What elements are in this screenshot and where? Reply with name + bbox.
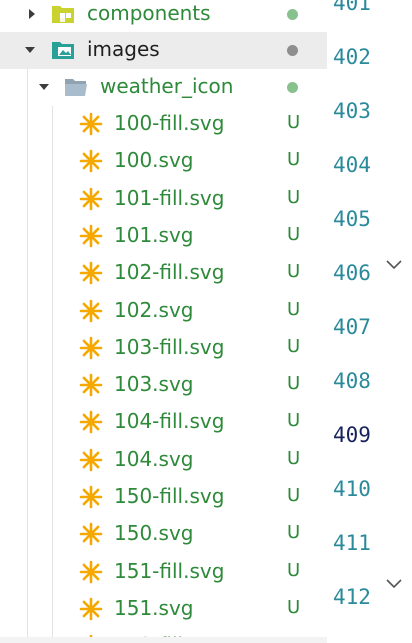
svg-file-icon bbox=[79, 112, 103, 136]
git-status-dot bbox=[287, 9, 298, 20]
line-number: 406 bbox=[333, 261, 371, 285]
git-status-untracked: U bbox=[287, 522, 301, 544]
git-status-untracked: U bbox=[287, 596, 301, 618]
file-name: 103-fill.svg bbox=[114, 334, 225, 359]
line-number: 405 bbox=[333, 207, 371, 231]
file-name: 102.svg bbox=[114, 297, 194, 322]
git-status-untracked: U bbox=[287, 373, 301, 395]
git-status-untracked: U bbox=[287, 223, 301, 245]
git-status-untracked: U bbox=[287, 447, 301, 469]
file-row[interactable]: 150-fill.svg U bbox=[0, 479, 327, 516]
git-status-untracked: U bbox=[287, 149, 301, 171]
line-number: 411 bbox=[333, 531, 371, 555]
line-number: 412 bbox=[333, 585, 371, 609]
file-name: 104-fill.svg bbox=[114, 409, 225, 434]
folder-row-components[interactable]: components bbox=[0, 0, 327, 33]
git-status-dot bbox=[287, 82, 298, 93]
svg-file-icon bbox=[79, 411, 103, 434]
file-name: 150-fill.svg bbox=[114, 484, 225, 508]
git-status-untracked: U bbox=[287, 485, 301, 506]
git-status-dot bbox=[287, 45, 298, 56]
file-row[interactable]: 102.svg U bbox=[0, 293, 327, 330]
file-name: 102-fill.svg bbox=[114, 260, 225, 285]
folder-components-icon bbox=[52, 6, 74, 23]
git-status-untracked: U bbox=[287, 298, 301, 320]
folder-images-icon bbox=[52, 42, 74, 59]
line-number: 404 bbox=[333, 153, 371, 177]
git-status-untracked: U bbox=[287, 335, 301, 357]
folder-row-images[interactable]: images bbox=[0, 32, 327, 69]
line-number: 402 bbox=[333, 45, 371, 69]
file-row[interactable]: 103.svg U bbox=[0, 367, 327, 404]
file-row[interactable]: 101-fill.svg U bbox=[0, 181, 327, 218]
file-name: 100-fill.svg bbox=[114, 111, 225, 135]
fold-chevron-icon[interactable] bbox=[384, 258, 404, 272]
svg-file-icon bbox=[79, 373, 103, 397]
svg-file-icon bbox=[79, 261, 103, 285]
file-row[interactable]: 150.svg U bbox=[0, 516, 327, 553]
fold-chevron-icon[interactable] bbox=[384, 577, 404, 591]
git-status-untracked: U bbox=[287, 112, 301, 133]
folder-label: images bbox=[87, 37, 160, 61]
git-status-untracked: U bbox=[287, 261, 301, 283]
folder-label: components bbox=[87, 1, 211, 25]
file-row[interactable]: 101.svg U bbox=[0, 218, 327, 255]
file-name: 103.svg bbox=[114, 372, 194, 397]
line-number: 409 bbox=[333, 423, 371, 447]
git-status-untracked: U bbox=[287, 410, 301, 432]
svg-file-icon bbox=[79, 336, 103, 360]
file-row[interactable]: 151.svg U bbox=[0, 591, 327, 628]
file-row[interactable]: 104.svg U bbox=[0, 442, 327, 479]
git-status-untracked: U bbox=[287, 186, 301, 208]
svg-file-icon bbox=[79, 448, 103, 471]
file-name: 104.svg bbox=[114, 446, 194, 471]
file-explorer: components images weather_icon 100-fill.… bbox=[0, 0, 328, 643]
file-row[interactable]: 100.svg U bbox=[0, 143, 327, 180]
file-row[interactable]: 100-fill.svg U bbox=[0, 106, 327, 143]
line-number: 410 bbox=[333, 477, 371, 501]
chevron-down-icon[interactable] bbox=[39, 82, 49, 92]
folder-row-weather-icon[interactable]: weather_icon bbox=[0, 69, 327, 106]
file-name: 150.svg bbox=[114, 521, 194, 546]
svg-file-icon bbox=[79, 560, 103, 583]
line-number: 401 bbox=[333, 0, 371, 15]
file-name: 151.svg bbox=[114, 595, 194, 620]
horizontal-scrollbar[interactable] bbox=[0, 637, 327, 643]
svg-file-icon bbox=[79, 485, 103, 509]
line-number: 408 bbox=[333, 369, 371, 393]
svg-file-icon bbox=[79, 224, 103, 248]
chevron-down-icon[interactable] bbox=[25, 45, 35, 55]
file-name: 151-fill.svg bbox=[114, 558, 225, 583]
file-row[interactable]: 104-fill.svg U bbox=[0, 404, 327, 441]
file-name: 101-fill.svg bbox=[114, 185, 225, 210]
folder-open-icon bbox=[65, 79, 87, 96]
file-name: 101.svg bbox=[114, 222, 194, 247]
svg-file-icon bbox=[79, 187, 103, 210]
chevron-right-icon[interactable] bbox=[27, 9, 37, 19]
file-row[interactable]: 151-fill.svg U bbox=[0, 554, 327, 591]
svg-file-icon bbox=[79, 149, 103, 173]
file-name: 100.svg bbox=[114, 148, 194, 173]
file-row[interactable]: 103-fill.svg U bbox=[0, 330, 327, 367]
line-number: 407 bbox=[333, 315, 371, 339]
svg-file-icon bbox=[79, 597, 103, 621]
svg-file-icon bbox=[79, 522, 103, 546]
folder-label: weather_icon bbox=[100, 74, 234, 98]
file-row[interactable]: 102-fill.svg U bbox=[0, 255, 327, 292]
svg-file-icon bbox=[79, 299, 103, 322]
line-number: 403 bbox=[333, 99, 371, 123]
git-status-untracked: U bbox=[287, 559, 301, 581]
